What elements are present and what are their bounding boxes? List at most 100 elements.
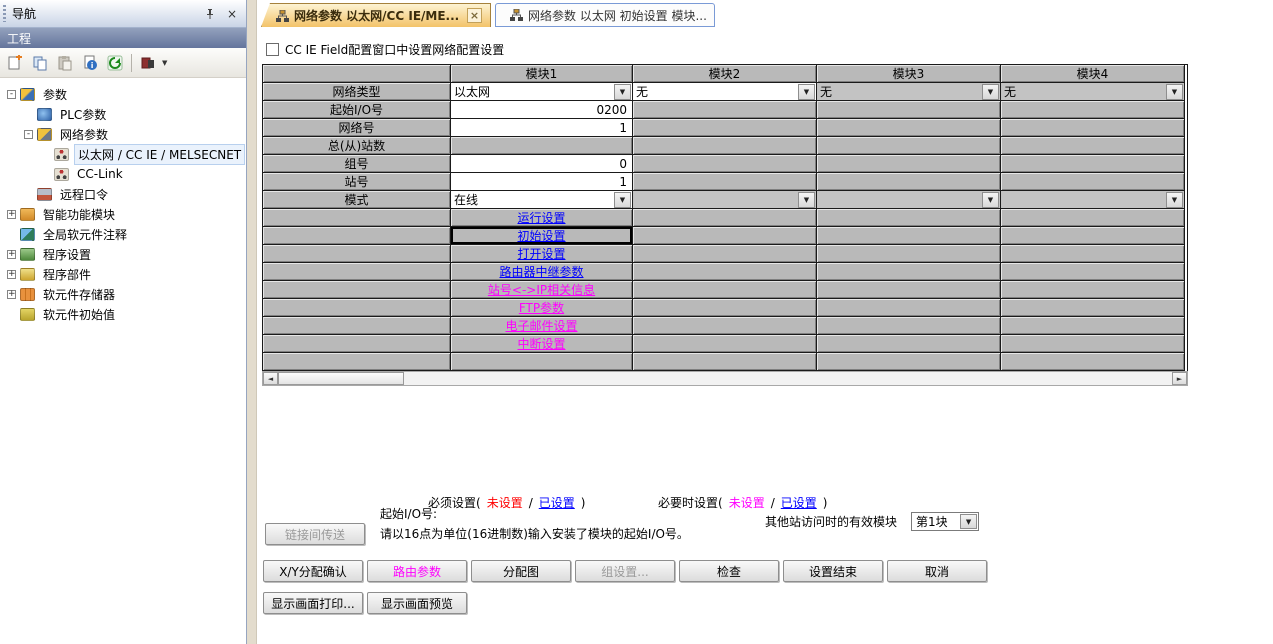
tree-item[interactable]: +程序部件 bbox=[0, 264, 246, 284]
dropdown-cell[interactable]: ▼ bbox=[633, 191, 817, 209]
row-label bbox=[263, 209, 451, 227]
remote-password-icon bbox=[37, 188, 52, 201]
action-button[interactable]: 设置结束 bbox=[783, 560, 883, 582]
tree-item[interactable]: PLC参数 bbox=[0, 104, 246, 124]
action-button[interactable]: 分配图 bbox=[471, 560, 571, 582]
print-button[interactable]: 显示画面打印... bbox=[263, 592, 363, 614]
settings-link-cell[interactable]: 路由器中继参数 bbox=[451, 263, 633, 281]
empty-cell bbox=[633, 317, 817, 335]
tree-item[interactable]: +智能功能模块 bbox=[0, 204, 246, 224]
value-cell[interactable]: 1 bbox=[451, 173, 633, 191]
scroll-left-icon[interactable]: ◄ bbox=[263, 372, 278, 385]
settings-link-cell[interactable]: 站号<->IP相关信息 bbox=[451, 281, 633, 299]
tree-item[interactable]: - 网络参数 bbox=[0, 124, 246, 144]
link-transfer-button[interactable]: 链接间传送 bbox=[265, 523, 365, 545]
settings-link[interactable]: 中断设置 bbox=[517, 335, 565, 352]
main-area: 网络参数 以太网/CC IE/ME... × 网络参数 以太网 初始设置 模块.… bbox=[257, 0, 1273, 644]
tree-item-label: 网络参数 bbox=[57, 125, 111, 144]
empty-cell bbox=[817, 281, 1001, 299]
table-hscrollbar[interactable]: ◄ ► bbox=[262, 371, 1188, 386]
module-change-icon[interactable] bbox=[137, 52, 159, 74]
collapse-icon[interactable]: - bbox=[24, 130, 33, 139]
action-button[interactable]: X/Y分配确认 bbox=[263, 560, 363, 582]
value-cell[interactable]: 0200 bbox=[451, 101, 633, 119]
action-button[interactable]: 检查 bbox=[679, 560, 779, 582]
tree-item[interactable]: 远程口令 bbox=[0, 184, 246, 204]
tree-item[interactable]: +软元件存储器 bbox=[0, 284, 246, 304]
paste-icon[interactable] bbox=[54, 52, 76, 74]
copy-icon[interactable] bbox=[29, 52, 51, 74]
close-icon[interactable]: × bbox=[224, 6, 240, 22]
dropdown-cell[interactable]: 无▼ bbox=[1001, 83, 1185, 101]
dropdown-cell[interactable]: ▼ bbox=[817, 191, 1001, 209]
settings-link-cell[interactable]: 运行设置 bbox=[451, 209, 633, 227]
settings-link[interactable]: 打开设置 bbox=[517, 245, 565, 262]
dropdown-arrow-icon[interactable]: ▼ bbox=[982, 192, 999, 208]
parameters-icon bbox=[20, 88, 35, 101]
tab-ethernet-initial-settings[interactable]: 网络参数 以太网 初始设置 模块... bbox=[495, 3, 715, 27]
action-button[interactable]: 取消 bbox=[887, 560, 987, 582]
scrollbar-track[interactable] bbox=[404, 372, 1172, 385]
tree-item-label: PLC参数 bbox=[57, 105, 109, 124]
panel-splitter[interactable] bbox=[247, 0, 257, 644]
dropdown-arrow-icon[interactable]: ▼ bbox=[798, 84, 815, 100]
tree-item[interactable]: 全局软元件注释 bbox=[0, 224, 246, 244]
chevron-down-icon[interactable]: ▼ bbox=[162, 59, 167, 67]
empty-cell bbox=[1001, 281, 1185, 299]
dropdown-arrow-icon[interactable]: ▼ bbox=[1166, 84, 1183, 100]
tree-item[interactable]: CC-Link bbox=[0, 164, 246, 184]
settings-link[interactable]: 站号<->IP相关信息 bbox=[488, 281, 595, 298]
table-row bbox=[263, 353, 1187, 371]
dropdown-arrow-icon[interactable]: ▼ bbox=[960, 514, 977, 529]
settings-link[interactable]: 运行设置 bbox=[517, 209, 565, 226]
dropdown-cell[interactable]: 以太网▼ bbox=[451, 83, 633, 101]
empty-cell bbox=[817, 137, 1001, 155]
tree-item[interactable]: 以太网 / CC IE / MELSECNET bbox=[0, 144, 246, 164]
settings-link-cell[interactable]: 电子邮件设置 bbox=[451, 317, 633, 335]
dropdown-cell[interactable]: 在线▼ bbox=[451, 191, 633, 209]
tree-item[interactable]: - 参数 bbox=[0, 84, 246, 104]
dropdown-cell[interactable]: ▼ bbox=[1001, 191, 1185, 209]
property-icon[interactable] bbox=[79, 52, 101, 74]
dropdown-arrow-icon[interactable]: ▼ bbox=[982, 84, 999, 100]
refresh-icon[interactable] bbox=[104, 52, 126, 74]
optional-unset-label: 未设置 bbox=[729, 496, 765, 510]
settings-link[interactable]: 路由器中继参数 bbox=[499, 263, 583, 280]
tree-item[interactable]: +程序设置 bbox=[0, 244, 246, 264]
dropdown-arrow-icon[interactable]: ▼ bbox=[614, 192, 631, 208]
ccief-config-checkbox[interactable] bbox=[266, 43, 279, 56]
settings-link-cell[interactable]: 初始设置 bbox=[451, 227, 633, 245]
scroll-right-icon[interactable]: ► bbox=[1172, 372, 1187, 385]
collapse-icon[interactable]: - bbox=[7, 90, 16, 99]
settings-link[interactable]: 初始设置 bbox=[517, 227, 565, 244]
scrollbar-thumb[interactable] bbox=[278, 372, 404, 385]
dropdown-cell[interactable]: 无▼ bbox=[633, 83, 817, 101]
settings-link[interactable]: 电子邮件设置 bbox=[505, 317, 577, 334]
tree-item[interactable]: 软元件初始值 bbox=[0, 304, 246, 324]
dropdown-cell[interactable]: 无▼ bbox=[817, 83, 1001, 101]
tab-close-icon[interactable]: × bbox=[467, 8, 482, 23]
expand-icon[interactable]: + bbox=[7, 210, 16, 219]
settings-link[interactable]: FTP参数 bbox=[519, 299, 564, 316]
dropdown-arrow-icon[interactable]: ▼ bbox=[798, 192, 815, 208]
settings-link-cell[interactable]: 中断设置 bbox=[451, 335, 633, 353]
value-cell[interactable]: 1 bbox=[451, 119, 633, 137]
panel-grip[interactable] bbox=[3, 5, 6, 22]
tab-network-param-ethernet[interactable]: 网络参数 以太网/CC IE/ME... × bbox=[261, 3, 491, 27]
valid-module-select[interactable]: 第1块 ▼ bbox=[911, 512, 979, 531]
dropdown-arrow-icon[interactable]: ▼ bbox=[614, 84, 631, 100]
action-button[interactable]: 路由参数 bbox=[367, 560, 467, 582]
print-button[interactable]: 显示画面预览 bbox=[367, 592, 467, 614]
expand-icon[interactable]: + bbox=[7, 290, 16, 299]
new-item-icon[interactable] bbox=[4, 52, 26, 74]
tree-item-label: 参数 bbox=[40, 85, 70, 104]
expand-icon[interactable]: + bbox=[7, 270, 16, 279]
settings-link-cell[interactable]: 打开设置 bbox=[451, 245, 633, 263]
dropdown-arrow-icon[interactable]: ▼ bbox=[1166, 192, 1183, 208]
expand-icon[interactable]: + bbox=[7, 250, 16, 259]
value-cell[interactable]: 0 bbox=[451, 155, 633, 173]
settings-link-cell[interactable]: FTP参数 bbox=[451, 299, 633, 317]
print-button-row: 显示画面打印...显示画面预览 bbox=[263, 592, 467, 614]
action-button[interactable]: 组设置... bbox=[575, 560, 675, 582]
pin-icon[interactable] bbox=[202, 6, 218, 22]
